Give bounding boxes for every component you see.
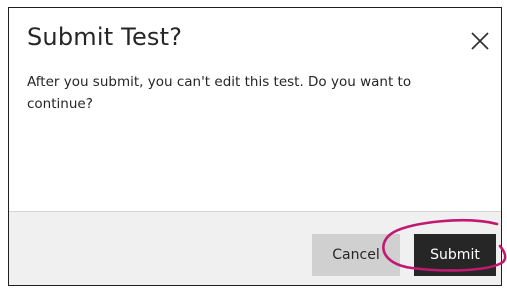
cancel-button[interactable]: Cancel <box>312 234 400 276</box>
dialog-message: After you submit, you can't edit this te… <box>27 74 412 112</box>
close-button[interactable] <box>467 28 493 54</box>
close-icon <box>467 28 493 54</box>
dialog-footer: Cancel Submit <box>9 211 501 285</box>
submit-test-dialog: Submit Test? After you submit, you can't… <box>8 7 502 286</box>
dialog-title: Submit Test? <box>27 23 183 51</box>
submit-button[interactable]: Submit <box>414 234 496 276</box>
